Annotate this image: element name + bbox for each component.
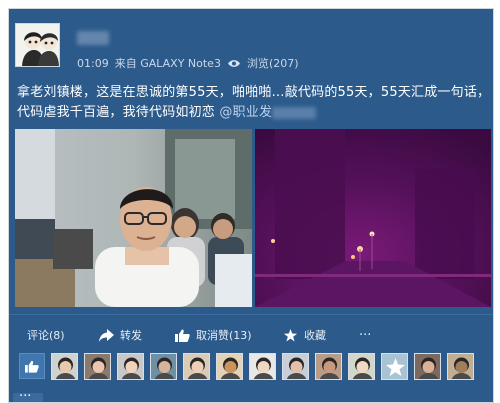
forward-button[interactable]: 转发	[99, 327, 142, 343]
eye-icon	[227, 59, 240, 67]
post-source: 来自 GALAXY Note3	[114, 57, 221, 70]
mention-link[interactable]: @职业发	[219, 105, 272, 120]
star-icon	[283, 328, 298, 341]
comment-button[interactable]: 评论(8)	[27, 327, 65, 343]
thumbs-up-icon	[25, 360, 39, 373]
post-body: 拿老刘镇楼，这是在思诚的第55天，啪啪啪…敲代码的55天，55天汇成一句话，代码…	[17, 83, 493, 123]
unlike-button[interactable]: 取消赞(13)	[175, 327, 252, 343]
avatar-cartoon-icon	[16, 24, 59, 66]
night-photo-image	[255, 129, 491, 307]
favorite-button[interactable]: 收藏	[283, 327, 326, 343]
avatar-face-icon	[55, 357, 76, 379]
likers-row	[19, 352, 474, 380]
avatar-face-icon	[220, 357, 241, 379]
liker-avatar[interactable]	[150, 352, 177, 380]
forward-arrow-icon	[99, 328, 114, 342]
like-indicator	[19, 353, 45, 379]
liker-avatar[interactable]	[183, 352, 210, 380]
thumbs-up-icon	[175, 329, 190, 342]
avatar-face-icon	[319, 357, 340, 379]
avatar-face-icon	[88, 357, 109, 379]
liker-avatar[interactable]	[282, 352, 309, 380]
star-icon	[386, 357, 405, 376]
liker-avatar[interactable]	[117, 352, 144, 380]
liker-avatar[interactable]	[381, 352, 408, 380]
favorite-label: 收藏	[304, 329, 326, 342]
liker-avatar[interactable]	[447, 352, 474, 380]
liker-avatar[interactable]	[51, 352, 78, 380]
avatar-face-icon	[418, 357, 439, 379]
post-meta: 01:09 来自 GALAXY Note3 浏览(207)	[77, 55, 299, 71]
username-blurred[interactable]	[77, 31, 109, 45]
avatar-face-icon	[253, 357, 274, 379]
liker-avatar[interactable]	[315, 352, 342, 380]
avatar-face-icon	[352, 357, 373, 379]
unlike-label: 取消赞(13)	[196, 329, 252, 342]
action-bar: 评论(8) 转发 取消赞(13) 收藏 ···	[9, 323, 493, 347]
classroom-photo-image	[15, 129, 252, 307]
avatar-face-icon	[187, 357, 208, 379]
more-likers-button[interactable]: ···	[13, 390, 43, 402]
liker-avatar[interactable]	[84, 352, 111, 380]
liker-avatar[interactable]	[249, 352, 276, 380]
more-likers-label: ···	[19, 389, 32, 403]
liker-avatar[interactable]	[216, 352, 243, 380]
view-count: 浏览(207)	[246, 57, 299, 70]
avatar-face-icon	[154, 357, 175, 379]
photo-classroom[interactable]	[15, 129, 252, 307]
post-time: 01:09	[77, 56, 109, 70]
avatar-face-icon	[121, 357, 142, 379]
forward-label: 转发	[120, 329, 142, 342]
avatar-face-icon	[451, 357, 472, 379]
avatar-face-icon	[286, 357, 307, 379]
more-actions-button[interactable]: ···	[359, 328, 371, 343]
photo-night-street[interactable]	[255, 129, 491, 307]
divider	[9, 314, 493, 315]
liker-avatar[interactable]	[348, 352, 375, 380]
mention-blurred	[272, 106, 317, 119]
comment-label: 评论(8)	[27, 329, 65, 342]
post-card: 01:09 来自 GALAXY Note3 浏览(207) 拿老刘镇楼，这是在思…	[8, 8, 494, 403]
user-avatar[interactable]	[15, 23, 60, 67]
liker-avatar[interactable]	[414, 352, 441, 380]
more-actions-label: ···	[359, 327, 372, 343]
